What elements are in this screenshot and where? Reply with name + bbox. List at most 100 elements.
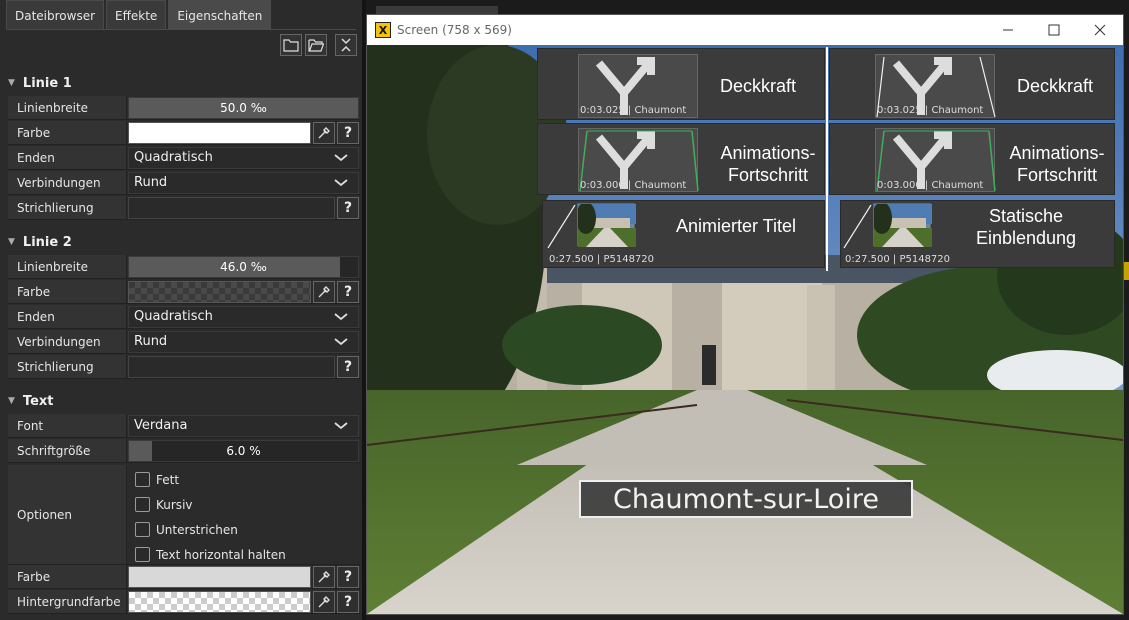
row-linienbreite-1: Linienbreite 50.0 ‰: [8, 96, 360, 120]
eyedropper-button[interactable]: [313, 121, 335, 144]
color-swatch[interactable]: [128, 565, 311, 588]
app-icon: X: [375, 22, 391, 38]
row-label: Enden: [8, 146, 127, 169]
enden-select[interactable]: Quadratisch: [128, 146, 359, 169]
tile-thumbnail: [873, 203, 932, 247]
eyedropper-icon: [318, 570, 330, 582]
row-hintergrundfarbe: Hintergrundfarbe ?: [8, 590, 360, 614]
help-icon: ?: [343, 593, 353, 610]
collapse-triangle-icon: ▼: [8, 78, 15, 88]
photo-thumbnail: [578, 204, 636, 247]
row-label: Farbe: [8, 280, 127, 303]
window-titlebar[interactable]: X Screen (758 x 569): [367, 15, 1123, 45]
collapse-icon: [341, 38, 351, 52]
screen-window: X Screen (758 x 569) Deckkraft 0:03.025 …: [366, 14, 1124, 615]
linienbreite-slider[interactable]: 46.0 ‰: [128, 255, 359, 278]
photo-thumbnail: [874, 204, 932, 247]
tile-label: Animations- Fortschritt: [1009, 143, 1105, 185]
eyedropper-button[interactable]: [313, 565, 335, 588]
section-linie-2[interactable]: ▼ Linie 2: [8, 231, 360, 253]
checkbox-box[interactable]: [135, 497, 150, 512]
collapse-button[interactable]: [335, 34, 357, 56]
effect-tile[interactable]: Animations- Fortschritt 0:03.000 | Chaum…: [537, 123, 825, 195]
color-swatch[interactable]: [128, 121, 311, 144]
select-value: Verdana: [134, 418, 188, 433]
window-title: Screen (758 x 569): [397, 23, 512, 37]
checkbox-box[interactable]: [135, 472, 150, 487]
checkbox-label: Kursiv: [156, 497, 193, 512]
schriftgroesse-slider[interactable]: 6.0 %: [128, 439, 359, 462]
strichlierung-input[interactable]: [128, 196, 335, 219]
effect-tile[interactable]: Statische Einblendung 0:27.500 | P514872…: [840, 200, 1115, 268]
row-label: Strichlierung: [8, 355, 127, 378]
checkbox-fett[interactable]: Fett: [135, 467, 360, 492]
overlay-title[interactable]: Chaumont-sur-Loire: [579, 480, 913, 518]
row-label: Linienbreite: [8, 255, 127, 278]
folder-button[interactable]: [280, 34, 302, 56]
checkbox-label: Text horizontal halten: [156, 547, 286, 562]
maximize-button[interactable]: [1031, 15, 1077, 45]
help-button[interactable]: ?: [337, 196, 359, 219]
eyedropper-button[interactable]: [313, 590, 335, 613]
row-label: Verbindungen: [8, 171, 127, 194]
timeline-cursor[interactable]: [826, 47, 828, 271]
checkbox-box[interactable]: [135, 522, 150, 537]
enden-select[interactable]: Quadratisch: [128, 305, 359, 328]
section-title: Text: [22, 393, 54, 409]
row-label: Hintergrundfarbe: [8, 590, 127, 613]
effect-tile[interactable]: Deckkraft 0:03.025 | Chaumont: [537, 48, 825, 120]
slider-fill: [129, 440, 152, 461]
color-swatch[interactable]: [128, 280, 311, 303]
minimize-button[interactable]: [985, 15, 1031, 45]
tab-eigenschaften[interactable]: Eigenschaften: [168, 0, 272, 30]
help-button[interactable]: ?: [337, 590, 359, 613]
row-label: Farbe: [8, 121, 127, 144]
maximize-icon: [1048, 24, 1060, 36]
help-button[interactable]: ?: [337, 355, 359, 378]
checkbox-box[interactable]: [135, 547, 150, 562]
section-linie-1[interactable]: ▼ Linie 1: [8, 72, 360, 94]
select-value: Quadratisch: [134, 150, 213, 165]
help-button[interactable]: ?: [337, 121, 359, 144]
chevron-down-icon: [334, 337, 348, 345]
checkbox-unterstrichen[interactable]: Unterstrichen: [135, 517, 360, 542]
eyedropper-button[interactable]: [313, 280, 335, 303]
row-font: Font Verdana: [8, 414, 360, 438]
open-folder-button[interactable]: [305, 34, 327, 56]
preview-canvas[interactable]: Deckkraft 0:03.025 | Chaumont Deckkraft …: [367, 45, 1123, 614]
tile-meta: 0:03.025 | Chaumont: [877, 105, 984, 116]
panel-toolbar: [280, 34, 357, 56]
effect-tile[interactable]: Animierter Titel 0:27.500 | P5148720: [542, 200, 825, 268]
font-select[interactable]: Verdana: [128, 414, 359, 437]
tab-effekte[interactable]: Effekte: [106, 0, 167, 30]
effect-tile[interactable]: Deckkraft 0:03.025 | Chaumont: [829, 48, 1115, 120]
verbindungen-select[interactable]: Rund: [128, 171, 359, 194]
checkbox-horizontal[interactable]: Text horizontal halten: [135, 542, 360, 567]
close-button[interactable]: [1077, 15, 1123, 45]
row-label: Font: [8, 414, 127, 437]
strichlierung-input[interactable]: [128, 355, 335, 378]
collapse-triangle-icon: ▼: [8, 396, 15, 406]
checkbox-label: Fett: [156, 472, 180, 487]
color-swatch[interactable]: [128, 590, 311, 613]
chevron-down-icon: [334, 312, 348, 320]
ramp-line-icon: [547, 204, 576, 249]
effect-tile[interactable]: Animations- Fortschritt 0:03.000 | Chaum…: [829, 123, 1115, 195]
row-label: Enden: [8, 305, 127, 328]
tile-label: Statische Einblendung: [975, 206, 1077, 248]
help-button[interactable]: ?: [337, 280, 359, 303]
help-button[interactable]: ?: [337, 565, 359, 588]
row-schriftgroesse: Schriftgröße 6.0 %: [8, 439, 360, 463]
verbindungen-select[interactable]: Rund: [128, 330, 359, 353]
toolbar-separator: [330, 34, 332, 56]
select-value: Rund: [134, 175, 168, 190]
section-text[interactable]: ▼ Text: [8, 390, 360, 412]
tab-dateibrowser[interactable]: Dateibrowser: [6, 0, 105, 30]
close-icon: [1094, 24, 1106, 36]
ramp-line-icon: [843, 204, 872, 249]
help-icon: ?: [343, 568, 353, 585]
linienbreite-slider[interactable]: 50.0 ‰: [128, 96, 359, 119]
tile-meta: 0:27.500 | P5148720: [845, 254, 951, 265]
checkbox-kursiv[interactable]: Kursiv: [135, 492, 360, 517]
collapse-triangle-icon: ▼: [8, 237, 15, 247]
